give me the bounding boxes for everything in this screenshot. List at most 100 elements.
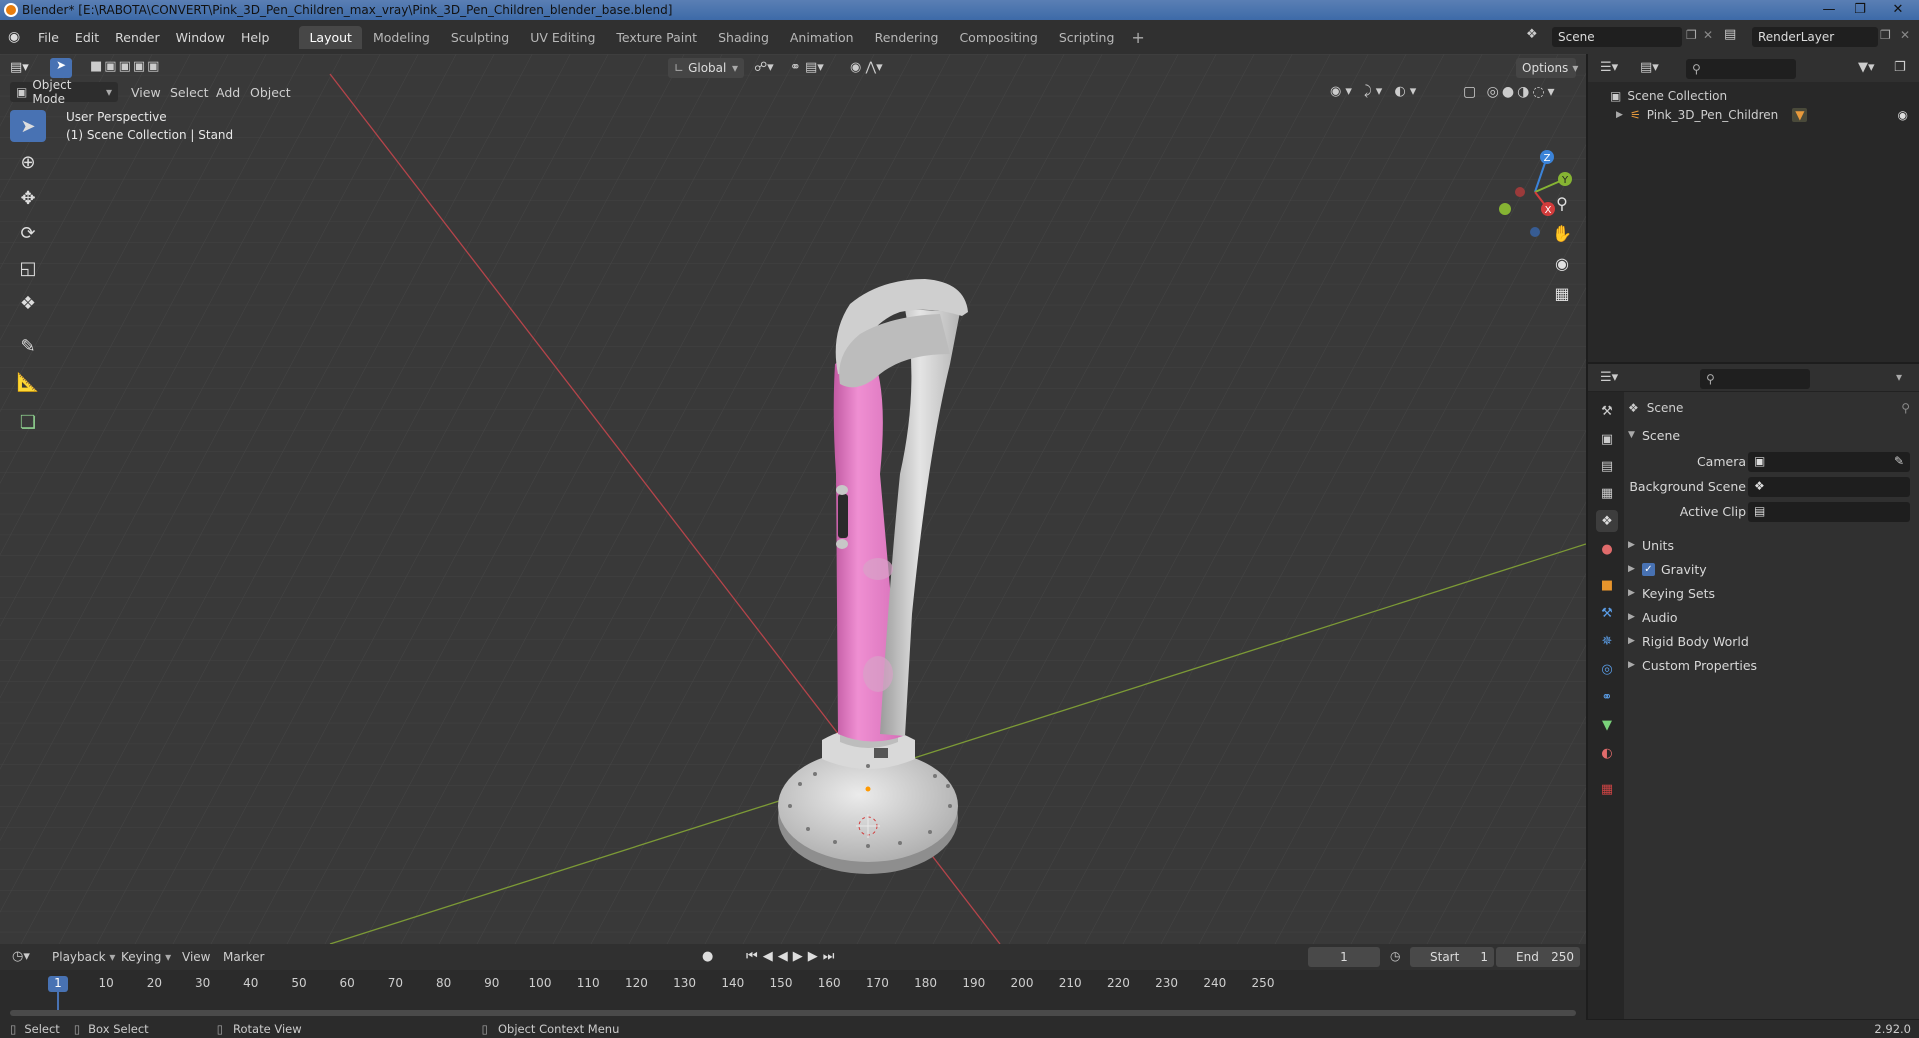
transform-tool-icon[interactable]: ❖ (10, 287, 46, 319)
measure-tool-icon[interactable]: 📐 (10, 366, 46, 398)
tab-animation[interactable]: Animation (780, 26, 864, 49)
minimize-icon[interactable]: — (1815, 0, 1843, 18)
physics-tab-icon[interactable]: ◎ (1596, 658, 1618, 680)
panel-custom-properties[interactable]: ▶ Custom Properties (1628, 654, 1909, 676)
new-collection-icon[interactable]: ❐ (1894, 60, 1906, 75)
viewport-menu-object[interactable]: Object (250, 85, 291, 100)
tab-compositing[interactable]: Compositing (949, 26, 1047, 49)
menu-edit[interactable]: Edit (67, 30, 107, 45)
render-tab-icon[interactable]: ▣ (1596, 428, 1618, 450)
add-workspace-icon[interactable]: + (1125, 28, 1150, 47)
world-tab-icon[interactable]: ● (1596, 538, 1618, 560)
panel-rigid-body-world[interactable]: ▶ Rigid Body World (1628, 630, 1909, 652)
eye-visibility-icon[interactable]: ◉ (1898, 108, 1908, 122)
outliner-row-scene-collection[interactable]: ▣ Scene Collection (1610, 86, 1727, 106)
visibility-icons[interactable]: ◉▾ ⤸▾ ◐▾ (1330, 84, 1420, 99)
modifier-tab-icon[interactable]: ⚒ (1596, 602, 1618, 624)
camera-field[interactable]: ▣ ✎ (1748, 452, 1910, 472)
panel-units[interactable]: ▶ Units (1628, 534, 1909, 556)
transform-orientation-dropdown[interactable]: ∟ Global ▾ (668, 58, 744, 78)
texture-tab-icon[interactable]: ▦ (1596, 778, 1618, 800)
scene-selector-icon[interactable]: ❖ (1526, 27, 1538, 42)
shading-mode-icons[interactable]: ▢ ◎●◑◌▾ (1463, 84, 1558, 100)
tab-uv-editing[interactable]: UV Editing (520, 26, 605, 49)
panel-gravity[interactable]: ▶ ✓ Gravity (1628, 558, 1909, 580)
close-icon[interactable]: ✕ (1878, 0, 1918, 18)
output-tab-icon[interactable]: ▤ (1596, 455, 1618, 477)
blender-menu-icon[interactable]: ◉ (8, 29, 30, 45)
options-dropdown[interactable]: Options ▾ (1516, 58, 1578, 78)
tab-modeling[interactable]: Modeling (363, 26, 440, 49)
expand-arrow-icon[interactable]: ▶ (1616, 110, 1630, 120)
scene-tab-icon[interactable]: ❖ (1596, 510, 1618, 532)
pivot-point-icon[interactable]: ☍▾ (754, 60, 774, 75)
select-tool-icon[interactable]: ➤ (50, 58, 72, 78)
selection-mode-icons[interactable]: ■▣▣▣▣ (90, 59, 161, 74)
timeline-scrollbar[interactable] (10, 1010, 1576, 1016)
material-tab-icon[interactable]: ◐ (1596, 742, 1618, 764)
scale-tool-icon[interactable]: ◱ (10, 252, 46, 284)
tab-texture-paint[interactable]: Texture Paint (606, 26, 707, 49)
add-cube-tool-icon[interactable]: ❏ (10, 406, 46, 438)
properties-editor-icon[interactable]: ☰▾ (1600, 370, 1618, 385)
maximize-icon[interactable]: ❐ (1846, 0, 1874, 18)
background-scene-field[interactable]: ❖ (1748, 477, 1910, 497)
ortho-grid-icon[interactable]: ▦ (1549, 280, 1575, 306)
chevron-down-icon[interactable]: ▾ (1896, 370, 1902, 384)
tab-shading[interactable]: Shading (708, 26, 779, 49)
eyedropper-icon[interactable]: ✎ (1894, 454, 1904, 468)
rotate-tool-icon[interactable]: ⟳ (10, 217, 46, 249)
filter-icon[interactable]: ▼▾ (1858, 60, 1875, 75)
playhead[interactable]: 1 (48, 976, 68, 992)
renderlayer-field[interactable]: RenderLayer (1752, 27, 1878, 47)
menu-file[interactable]: File (30, 30, 67, 45)
viewport-menu-add[interactable]: Add (216, 85, 240, 100)
outliner-search-input[interactable]: ⚲ (1686, 59, 1796, 79)
snap-icon[interactable]: ⚭ ▤▾ (790, 60, 824, 75)
move-tool-icon[interactable]: ✥ (10, 182, 46, 214)
viewport-menu-select[interactable]: Select (170, 85, 209, 100)
properties-search-input[interactable]: ⚲ (1700, 369, 1810, 389)
renderlayer-selector-icon[interactable]: ▤ (1724, 27, 1736, 42)
menu-help[interactable]: Help (233, 30, 278, 45)
delete-renderlayer-icon[interactable]: ✕ (1900, 28, 1910, 42)
menu-render[interactable]: Render (107, 30, 168, 45)
new-renderlayer-icon[interactable]: ❐ (1880, 28, 1891, 42)
select-box-tool-icon[interactable]: ➤ (10, 110, 46, 142)
mode-dropdown[interactable]: ▣ Object Mode ▾ (10, 78, 118, 106)
zoom-icon[interactable]: ⚲ (1549, 190, 1575, 216)
outliner-editor-icon[interactable]: ☰▾ (1600, 60, 1618, 75)
timeline-ruler[interactable]: 10 20 30 40 50 60 70 80 90 100 110 120 130 140 150 160 1… (0, 944, 1586, 1020)
panel-scene-header[interactable]: ▼ Scene (1628, 424, 1909, 446)
panel-keying-sets[interactable]: ▶ Keying Sets (1628, 582, 1909, 604)
3d-viewport[interactable]: Z Y X ▤▾ ➤ ■▣▣▣▣ ∟ Global ▾ ☍▾ ⚭ ▤▾ ◉ ⋀▾ O… (0, 54, 1586, 944)
constraints-tab-icon[interactable]: ⚭ (1596, 686, 1618, 708)
annotate-tool-icon[interactable]: ✎ (10, 330, 46, 362)
cursor-tool-icon[interactable]: ⊕ (10, 146, 46, 178)
scene-field[interactable]: Scene (1552, 27, 1682, 47)
proportional-edit-icon[interactable]: ◉ ⋀▾ (850, 60, 883, 75)
tab-sculpting[interactable]: Sculpting (441, 26, 519, 49)
particles-tab-icon[interactable]: ✵ (1596, 630, 1618, 652)
data-tab-icon[interactable]: ▼ (1596, 714, 1618, 736)
camera-view-icon[interactable]: ◉ (1549, 250, 1575, 276)
delete-scene-icon[interactable]: ✕ (1703, 28, 1713, 42)
tool-tab-icon[interactable]: ⚒ (1596, 400, 1618, 422)
menu-window[interactable]: Window (168, 30, 233, 45)
viewport-menu-view[interactable]: View (131, 85, 161, 100)
new-scene-icon[interactable]: ❐ (1686, 28, 1697, 42)
tab-scripting[interactable]: Scripting (1049, 26, 1125, 49)
pan-hand-icon[interactable]: ✋ (1549, 220, 1575, 246)
outliner-row-object[interactable]: ▶ ⚟ Pink_3D_Pen_Children ▼ ◉ (1616, 105, 1916, 125)
timeline-panel[interactable]: ◷▾ Playback ▾ Keying ▾ View Marker ● ⏮◀◀… (0, 944, 1586, 1020)
object-tab-icon[interactable]: ■ (1596, 574, 1618, 596)
display-mode-icon[interactable]: ▤▾ (1640, 60, 1659, 75)
view-layer-tab-icon[interactable]: ▦ (1596, 482, 1618, 504)
tab-layout[interactable]: Layout (299, 25, 362, 49)
tab-rendering[interactable]: Rendering (865, 26, 949, 49)
panel-audio[interactable]: ▶ Audio (1628, 606, 1909, 628)
gravity-checkbox[interactable]: ✓ (1642, 562, 1655, 576)
pin-icon[interactable]: ⚲ (1901, 401, 1910, 415)
active-clip-field[interactable]: ▤ (1748, 502, 1910, 522)
editor-type-icon[interactable]: ▤▾ (10, 60, 29, 75)
